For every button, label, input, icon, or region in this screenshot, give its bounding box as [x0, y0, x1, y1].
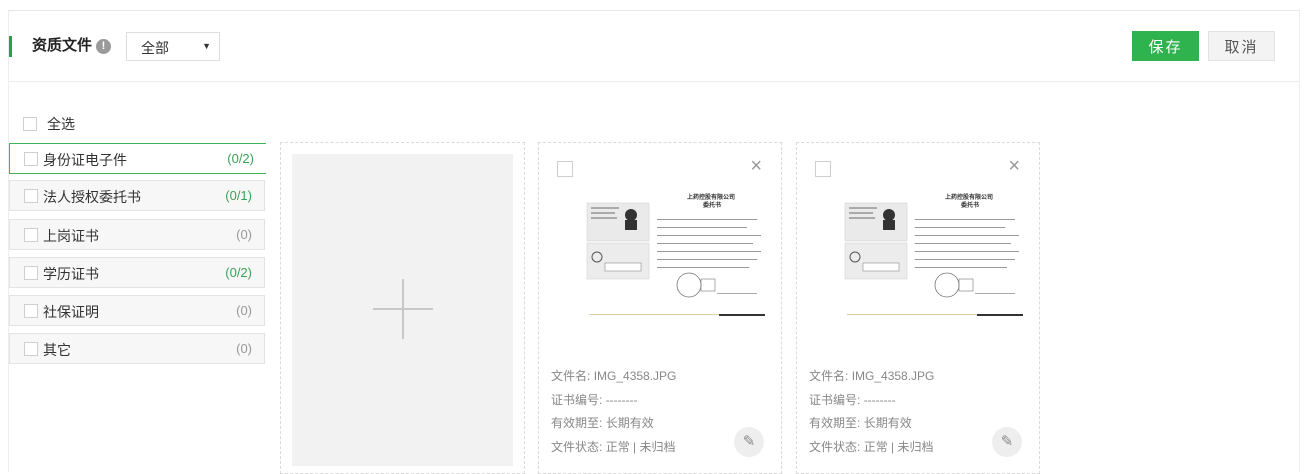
status-label: 文件状态: — [551, 440, 603, 454]
valid-label: 有效期至: — [809, 416, 861, 430]
file-preview[interactable]: × 上药控股有限公司 委托书 — [549, 153, 770, 347]
category-count: (0/1) — [225, 188, 252, 203]
page-title: 资质文件 — [32, 37, 93, 54]
valid-row: 有效期至: 长期有效 — [551, 414, 654, 431]
file-name-row: 文件名: IMG_4358.JPG — [809, 367, 934, 384]
plus-icon-vertical — [402, 279, 404, 339]
category-checkbox[interactable] — [24, 266, 38, 280]
category-checkbox[interactable] — [24, 228, 38, 242]
category-item-other[interactable]: 其它 (0) — [9, 333, 265, 364]
doc-subtitle: 委托书 — [703, 201, 721, 209]
category-item-social-security[interactable]: 社保证明 (0) — [9, 295, 265, 326]
document-thumbnail: 上药控股有限公司 委托书 — [827, 183, 1023, 343]
category-checkbox[interactable] — [24, 152, 38, 166]
doc-title: 上药控股有限公司 — [945, 193, 993, 201]
category-count: (0/2) — [225, 265, 252, 280]
qualification-panel: 资质文件 ! 全部 ▼ 保存 取消 全选 身份证电子件 (0/2) 法人授权委托… — [8, 10, 1300, 474]
file-name-label: 文件名: — [551, 369, 591, 383]
status-row: 文件状态: 正常 | 未归档 — [809, 438, 933, 455]
file-name: IMG_4358.JPG — [851, 369, 935, 383]
category-item-education[interactable]: 学历证书 (0/2) — [9, 257, 265, 288]
header-accent-bar — [9, 36, 12, 57]
valid-row: 有效期至: 长期有效 — [809, 414, 912, 431]
cert-no: -------- — [605, 393, 638, 407]
valid-value: 长期有效 — [863, 416, 912, 430]
status-row: 文件状态: 正常 | 未归档 — [551, 438, 675, 455]
upload-area[interactable] — [292, 154, 513, 466]
status-value: 正常 | 未归档 — [605, 440, 676, 454]
close-icon[interactable]: × — [1008, 155, 1020, 178]
filter-selected-value: 全部 — [141, 40, 169, 56]
pencil-icon[interactable]: ✎ — [734, 427, 764, 457]
file-name: IMG_4358.JPG — [593, 369, 677, 383]
category-count: (0) — [236, 227, 252, 242]
cert-no-row: 证书编号: -------- — [809, 391, 896, 408]
category-name: 上岗证书 — [43, 228, 99, 244]
chevron-down-icon: ▼ — [202, 41, 211, 51]
category-checkbox[interactable] — [24, 304, 38, 318]
cert-no-label: 证书编号: — [551, 393, 603, 407]
category-count: (0) — [236, 303, 252, 318]
doc-subtitle: 委托书 — [961, 201, 979, 209]
status-value: 正常 | 未归档 — [863, 440, 934, 454]
category-name: 其它 — [43, 342, 71, 358]
category-count: (0) — [236, 341, 252, 356]
category-name: 身份证电子件 — [43, 152, 127, 168]
category-checkbox[interactable] — [24, 189, 38, 203]
select-all-label: 全选 — [47, 116, 75, 132]
category-item-id-card[interactable]: 身份证电子件 (0/2) — [9, 143, 266, 174]
filter-select[interactable]: 全部 ▼ — [126, 32, 220, 61]
save-button[interactable]: 保存 — [1132, 31, 1199, 61]
file-checkbox[interactable] — [815, 161, 831, 177]
category-name: 学历证书 — [43, 266, 99, 282]
file-card: × 上药控股有限公司 委托书 文件名: IMG_4358.JPG 证书编号: -… — [796, 142, 1040, 474]
cert-no-label: 证书编号: — [809, 393, 861, 407]
file-name-label: 文件名: — [809, 369, 849, 383]
close-icon[interactable]: × — [750, 155, 762, 178]
panel-header: 资质文件 ! 全部 ▼ 保存 取消 — [9, 11, 1299, 82]
upload-card[interactable] — [280, 142, 525, 474]
select-all-checkbox[interactable] — [23, 117, 37, 131]
valid-label: 有效期至: — [551, 416, 603, 430]
cert-no: -------- — [863, 393, 896, 407]
file-preview[interactable]: × 上药控股有限公司 委托书 — [807, 153, 1028, 347]
category-count: (0/2) — [227, 151, 254, 166]
file-card: × 上药控股有限公司 委托书 文件名: IMG_4358.JPG 证书编号: -… — [538, 142, 782, 474]
doc-title: 上药控股有限公司 — [687, 193, 735, 201]
file-checkbox[interactable] — [557, 161, 573, 177]
valid-value: 长期有效 — [605, 416, 654, 430]
category-item-job-cert[interactable]: 上岗证书 (0) — [9, 219, 265, 250]
status-label: 文件状态: — [809, 440, 861, 454]
document-thumbnail: 上药控股有限公司 委托书 — [569, 183, 765, 343]
pencil-icon[interactable]: ✎ — [992, 427, 1022, 457]
category-checkbox[interactable] — [24, 342, 38, 356]
file-name-row: 文件名: IMG_4358.JPG — [551, 367, 676, 384]
category-item-authorization[interactable]: 法人授权委托书 (0/1) — [9, 180, 265, 211]
category-name: 社保证明 — [43, 304, 99, 320]
category-name: 法人授权委托书 — [43, 189, 141, 205]
info-icon[interactable]: ! — [96, 39, 111, 54]
cancel-button[interactable]: 取消 — [1208, 31, 1275, 61]
cert-no-row: 证书编号: -------- — [551, 391, 638, 408]
